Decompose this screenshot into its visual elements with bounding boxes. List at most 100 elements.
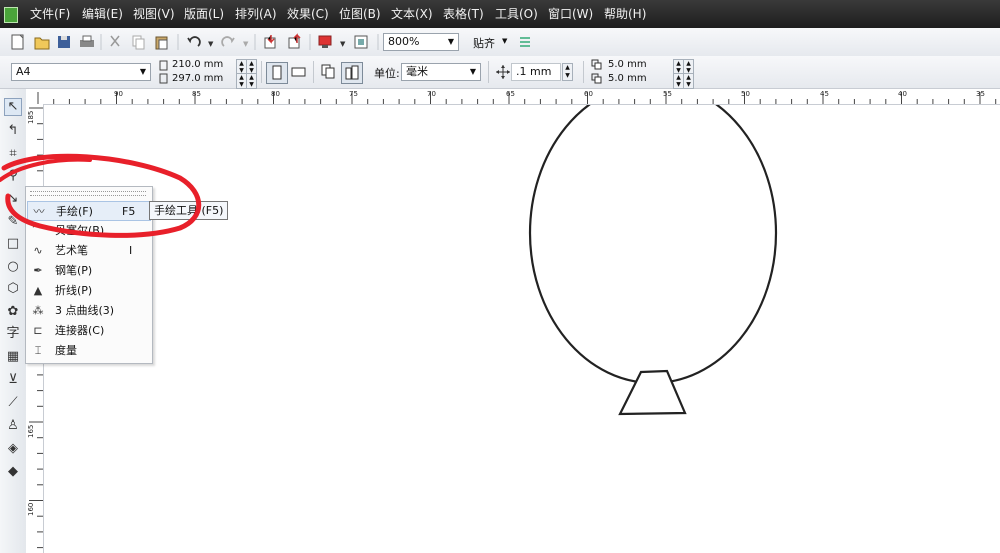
text-tool-icon[interactable]: 字 — [4, 325, 22, 343]
tooltip: 手绘工具 (F5) — [149, 201, 229, 220]
ruler-label: 85 — [192, 90, 201, 98]
menu-text[interactable]: 文本(X) — [391, 0, 433, 28]
crop-tool-icon[interactable]: ⌗ — [4, 145, 22, 163]
flyout-item-dimension[interactable]: ⌶ 度量 — [27, 341, 151, 361]
drawing-canvas[interactable] — [44, 105, 1000, 553]
zoom-tool-icon[interactable]: ⚲ — [4, 167, 22, 185]
current-page-button[interactable] — [341, 62, 363, 84]
portrait-button[interactable] — [266, 62, 288, 84]
flyout-item-label: 3 点曲线(3) — [55, 304, 115, 317]
paste-icon[interactable] — [155, 36, 168, 50]
page-height-field[interactable]: 297.0 mm — [172, 73, 223, 84]
duplicate-y-field[interactable]: 5.0 mm — [608, 73, 647, 84]
polyline-icon: ▲ — [33, 284, 43, 297]
polygon-tool-icon[interactable]: ⬡ — [4, 280, 22, 298]
current-page-icon — [345, 65, 359, 80]
menu-help[interactable]: 帮助(H) — [604, 0, 646, 28]
flyout-grip[interactable] — [30, 191, 146, 196]
new-document-icon[interactable] — [11, 34, 24, 50]
flyout-item-three-point-curve[interactable]: ⁂ 3 点曲线(3) — [27, 301, 151, 321]
cut-icon[interactable] — [110, 35, 120, 47]
redo-dropdown-icon[interactable]: ▼ — [243, 40, 249, 48]
menu-bitmaps[interactable]: 位图(B) — [339, 0, 381, 28]
flyout-item-label: 手绘(F) — [56, 205, 93, 218]
undo-dropdown-icon[interactable]: ▼ — [208, 40, 214, 48]
menu-layout[interactable]: 版面(L) — [184, 0, 224, 28]
unit-label: 单位: — [374, 67, 400, 80]
ruler-label: 50 — [741, 90, 750, 98]
import-icon[interactable] — [264, 35, 276, 49]
open-icon[interactable] — [34, 37, 50, 50]
menu-file[interactable]: 文件(F) — [30, 0, 70, 28]
flyout-item-bezier[interactable]: ⌒ 贝塞尔(B) — [27, 221, 151, 241]
dimension-icon[interactable]: ⊻ — [4, 371, 22, 389]
dimension-icon: ⌶ — [34, 344, 42, 357]
separator — [261, 61, 262, 83]
ellipse-tool-icon[interactable]: ○ — [4, 258, 22, 276]
fill-tool-icon[interactable]: ◈ — [4, 440, 22, 458]
all-pages-icon[interactable] — [319, 62, 339, 82]
page-size-select[interactable]: A4 ▼ — [11, 63, 151, 81]
portrait-icon — [272, 65, 282, 80]
menu-effects[interactable]: 效果(C) — [287, 0, 329, 28]
dup-y-spinner-alt[interactable]: ▲ ▼ — [683, 73, 694, 89]
pick-tool-icon[interactable]: ↖ — [4, 98, 22, 116]
flyout-item-label: 连接器(C) — [55, 324, 105, 337]
balloon-drawing — [528, 105, 778, 416]
menu-tools[interactable]: 工具(O) — [495, 0, 538, 28]
eyedropper-icon[interactable]: ⟋ — [4, 394, 22, 412]
snap-to-label[interactable]: 贴齐 — [473, 35, 495, 51]
nudge-field[interactable]: .1 mm — [511, 63, 561, 81]
chevron-down-icon: ▼ — [469, 67, 477, 76]
property-bar: A4 ▼ 210.0 mm 297.0 mm ▲ ▼ ▲ ▼ ▲ ▼ ▲ ▼ 单位: 毫… — [0, 56, 1000, 89]
rectangle-tool-icon[interactable]: □ — [4, 235, 22, 253]
artistic-media-icon: ∿ — [33, 244, 43, 257]
curve-tools-flyout: 〰 手绘(F) F5 ⌒ 贝塞尔(B) ∿ 艺术笔 I ✒ 钢笔(P) ▲ 折线… — [25, 186, 153, 364]
nudge-value: .1 mm — [516, 65, 552, 78]
flyout-item-artistic-media[interactable]: ∿ 艺术笔 I — [27, 241, 151, 261]
application-launcher-icon[interactable] — [318, 35, 332, 48]
flyout-item-connector[interactable]: ⊏ 连接器(C) — [27, 321, 151, 341]
unit-select[interactable]: 毫米 ▼ — [401, 63, 481, 81]
menu-table[interactable]: 表格(T) — [443, 0, 484, 28]
shape-tool-icon[interactable]: ↰ — [4, 122, 22, 140]
ruler-label: 90 — [114, 90, 123, 98]
outline-pen-icon[interactable]: ♙ — [4, 417, 22, 435]
smart-fill-icon[interactable]: ✎ — [4, 213, 22, 231]
flyout-item-label: 艺术笔 — [55, 244, 88, 257]
balloon-shape[interactable] — [528, 105, 778, 385]
export-icon[interactable] — [288, 33, 301, 49]
height-spinner-alt[interactable]: ▲ ▼ — [246, 73, 257, 89]
interactive-fill-icon[interactable]: ◆ — [4, 463, 22, 481]
redo-icon[interactable] — [221, 36, 235, 47]
ruler-label: 75 — [349, 90, 358, 98]
snap-dropdown-icon[interactable]: ▼ — [502, 37, 507, 45]
menu-arrange[interactable]: 排列(A) — [235, 0, 277, 28]
zoom-level-value: 800% — [388, 35, 420, 48]
menu-window[interactable]: 窗口(W) — [548, 0, 593, 28]
flyout-item-freehand[interactable]: 〰 手绘(F) F5 — [27, 201, 151, 221]
menu-view[interactable]: 视图(V) — [133, 0, 175, 28]
menu-edit[interactable]: 编辑(E) — [82, 0, 123, 28]
undo-icon[interactable] — [187, 36, 201, 47]
ruler-label: 40 — [898, 90, 907, 98]
table-tool-icon[interactable]: ▦ — [4, 348, 22, 366]
copy-icon[interactable] — [132, 35, 145, 50]
curve-tool-icon[interactable]: ↘ — [4, 190, 22, 208]
app-icon — [4, 7, 18, 23]
launcher-dropdown-icon[interactable]: ▼ — [340, 40, 346, 48]
zoom-level-select[interactable]: 800% ▼ — [383, 33, 459, 51]
balloon-basket-shape[interactable] — [618, 369, 687, 416]
horizontal-ruler[interactable]: 90 85 80 75 70 65 60 55 50 45 40 35 — [26, 89, 1000, 105]
nudge-spinner[interactable]: ▲ ▼ — [562, 63, 573, 81]
page-width-field[interactable]: 210.0 mm — [172, 59, 223, 70]
print-icon[interactable] — [80, 35, 94, 47]
options-icon[interactable] — [518, 35, 532, 49]
duplicate-x-field[interactable]: 5.0 mm — [608, 59, 647, 70]
flyout-item-pen[interactable]: ✒ 钢笔(P) — [27, 261, 151, 281]
basic-shapes-icon[interactable]: ✿ — [4, 303, 22, 321]
save-icon[interactable] — [58, 36, 70, 48]
welcome-screen-icon[interactable] — [354, 35, 368, 49]
flyout-item-polyline[interactable]: ▲ 折线(P) — [27, 281, 151, 301]
landscape-icon[interactable] — [289, 62, 309, 82]
